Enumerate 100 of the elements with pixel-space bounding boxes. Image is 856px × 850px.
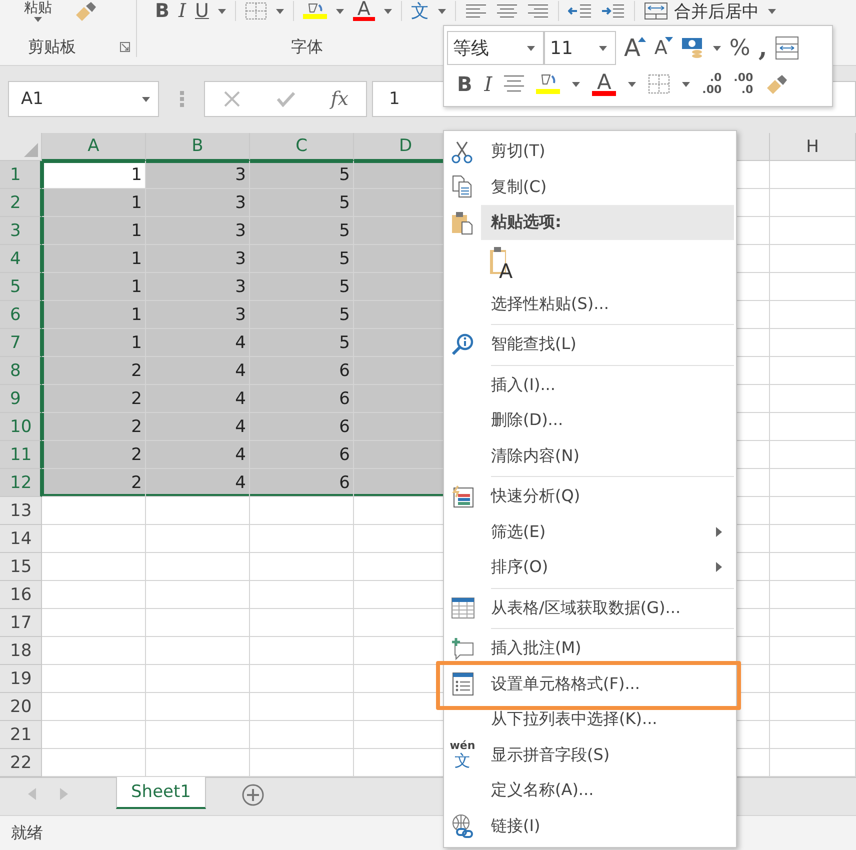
menu-item[interactable]: 从表格/区域获取数据(G)... (444, 590, 736, 626)
table-cell: 6 (250, 357, 354, 385)
menu-item[interactable]: 快速分析(Q) (444, 479, 736, 514)
caret-icon[interactable] (599, 46, 607, 50)
row-header[interactable]: 6 (0, 301, 42, 329)
caret-icon[interactable] (768, 8, 776, 14)
table-cell: 3 (146, 217, 250, 245)
column-header[interactable]: C (250, 133, 354, 161)
row-header[interactable]: 15 (0, 553, 42, 581)
format-painter-icon[interactable] (765, 74, 790, 94)
align-center-icon[interactable] (504, 74, 524, 94)
menu-item[interactable]: 插入批注(M) (444, 631, 736, 666)
grow-font-button[interactable]: A (624, 35, 646, 61)
caret-icon[interactable] (438, 8, 446, 14)
shrink-font-button[interactable]: A (654, 35, 674, 61)
row-header[interactable]: 11 (0, 441, 42, 469)
menu-item[interactable]: 智能查找(L) (444, 327, 736, 362)
menu-item[interactable]: 复制(C) (444, 170, 736, 205)
menu-item[interactable]: 清除内容(N) (444, 438, 736, 474)
insert-function-button[interactable]: fx (330, 88, 348, 110)
caret-icon[interactable] (682, 82, 690, 86)
table-cell: 2 (42, 441, 146, 469)
caret-icon[interactable] (336, 8, 344, 14)
row-header[interactable]: 10 (0, 413, 42, 441)
borders-icon[interactable] (648, 74, 670, 94)
caret-icon[interactable] (384, 8, 392, 14)
row-header[interactable]: 8 (0, 357, 42, 385)
caret-icon[interactable] (34, 16, 42, 22)
merge-center-button[interactable]: 合并后居中 (644, 0, 759, 22)
comma-button[interactable]: , (758, 38, 768, 58)
row-header[interactable]: 2 (0, 189, 42, 217)
caret-icon[interactable] (527, 46, 535, 50)
group-label: 字体 (291, 37, 323, 56)
column-header[interactable]: B (146, 133, 250, 161)
row-header[interactable]: 4 (0, 245, 42, 273)
caret-icon[interactable] (218, 8, 226, 14)
caret-icon[interactable] (572, 82, 580, 86)
menu-item[interactable]: 设置单元格格式(F)... (444, 666, 736, 702)
decrease-decimal-button[interactable]: .00 .0 (734, 72, 754, 96)
borders-icon[interactable] (244, 2, 267, 20)
font-color-button[interactable]: A (352, 1, 375, 21)
font-size-field[interactable]: 11 (544, 31, 616, 65)
name-box[interactable]: A1 (8, 81, 159, 117)
menu-item[interactable]: 筛选(E) (444, 514, 736, 550)
caret-icon[interactable] (713, 46, 722, 50)
sheet-tab[interactable]: Sheet1 (116, 777, 206, 809)
table-cell: 6 (250, 441, 354, 469)
row-header[interactable]: 21 (0, 721, 42, 749)
row-header[interactable]: 17 (0, 609, 42, 637)
row-header[interactable]: 5 (0, 273, 42, 301)
row-header[interactable]: 20 (0, 693, 42, 721)
bold-button[interactable]: B (155, 0, 170, 22)
font-color-button[interactable]: A (592, 72, 616, 96)
italic-button[interactable]: I (484, 72, 492, 96)
align-left-icon[interactable] (464, 3, 487, 19)
caret-icon[interactable] (142, 96, 150, 102)
align-right-icon[interactable] (526, 3, 549, 19)
increase-indent-icon[interactable] (600, 3, 625, 19)
row-header[interactable]: 16 (0, 581, 42, 609)
fill-color-icon[interactable] (536, 73, 560, 95)
menu-item[interactable]: 删除(D)... (444, 403, 736, 438)
paste-option-button[interactable]: A (489, 246, 515, 280)
row-header[interactable]: 22 (0, 749, 42, 777)
caret-icon[interactable] (276, 8, 284, 14)
format-cells-icon (450, 672, 474, 696)
phonetic-button[interactable]: 文 (410, 0, 429, 23)
table-cell: 4 (146, 385, 250, 413)
table-cell: 3 (146, 301, 250, 329)
row-header[interactable]: 14 (0, 525, 42, 553)
row-header[interactable]: 12 (0, 469, 42, 497)
fill-color-icon[interactable] (302, 2, 327, 20)
percent-button[interactable]: % (729, 36, 750, 60)
menu-item[interactable]: 选择性粘贴(S)... (444, 286, 736, 322)
menu-item[interactable]: 排序(O) (444, 550, 736, 586)
row-header[interactable]: 9 (0, 385, 42, 413)
menu-item[interactable]: 从下拉列表中选择(K)... (444, 702, 736, 738)
caret-icon[interactable] (628, 82, 636, 86)
column-header[interactable]: A (42, 133, 146, 161)
decrease-indent-icon[interactable] (568, 3, 592, 19)
italic-button[interactable]: I (178, 0, 186, 22)
menu-item[interactable]: 定义名称(A)... (444, 773, 736, 808)
row-header[interactable]: 19 (0, 665, 42, 693)
grip-icon[interactable] (180, 91, 184, 107)
row-header[interactable]: 13 (0, 497, 42, 525)
align-center-icon[interactable] (496, 3, 518, 19)
row-header[interactable]: 18 (0, 637, 42, 665)
dialog-launcher-icon[interactable] (120, 42, 130, 52)
menu-item[interactable]: 链接(I) (444, 808, 736, 844)
format-painter-icon[interactable] (74, 1, 98, 21)
add-sheet-icon[interactable] (242, 784, 264, 806)
row-header[interactable]: 1 (0, 161, 42, 189)
row-header[interactable]: 7 (0, 329, 42, 357)
row-header[interactable]: 3 (0, 217, 42, 245)
column-header[interactable]: H (770, 133, 856, 161)
bold-button[interactable]: B (457, 72, 472, 96)
underline-button[interactable]: U (195, 0, 209, 22)
menu-item[interactable]: 插入(I)... (444, 368, 736, 403)
wrap-text-icon[interactable] (775, 36, 800, 60)
increase-decimal-button[interactable]: .0 .00 (702, 72, 722, 96)
font-name-field[interactable]: 等线 (447, 31, 544, 65)
